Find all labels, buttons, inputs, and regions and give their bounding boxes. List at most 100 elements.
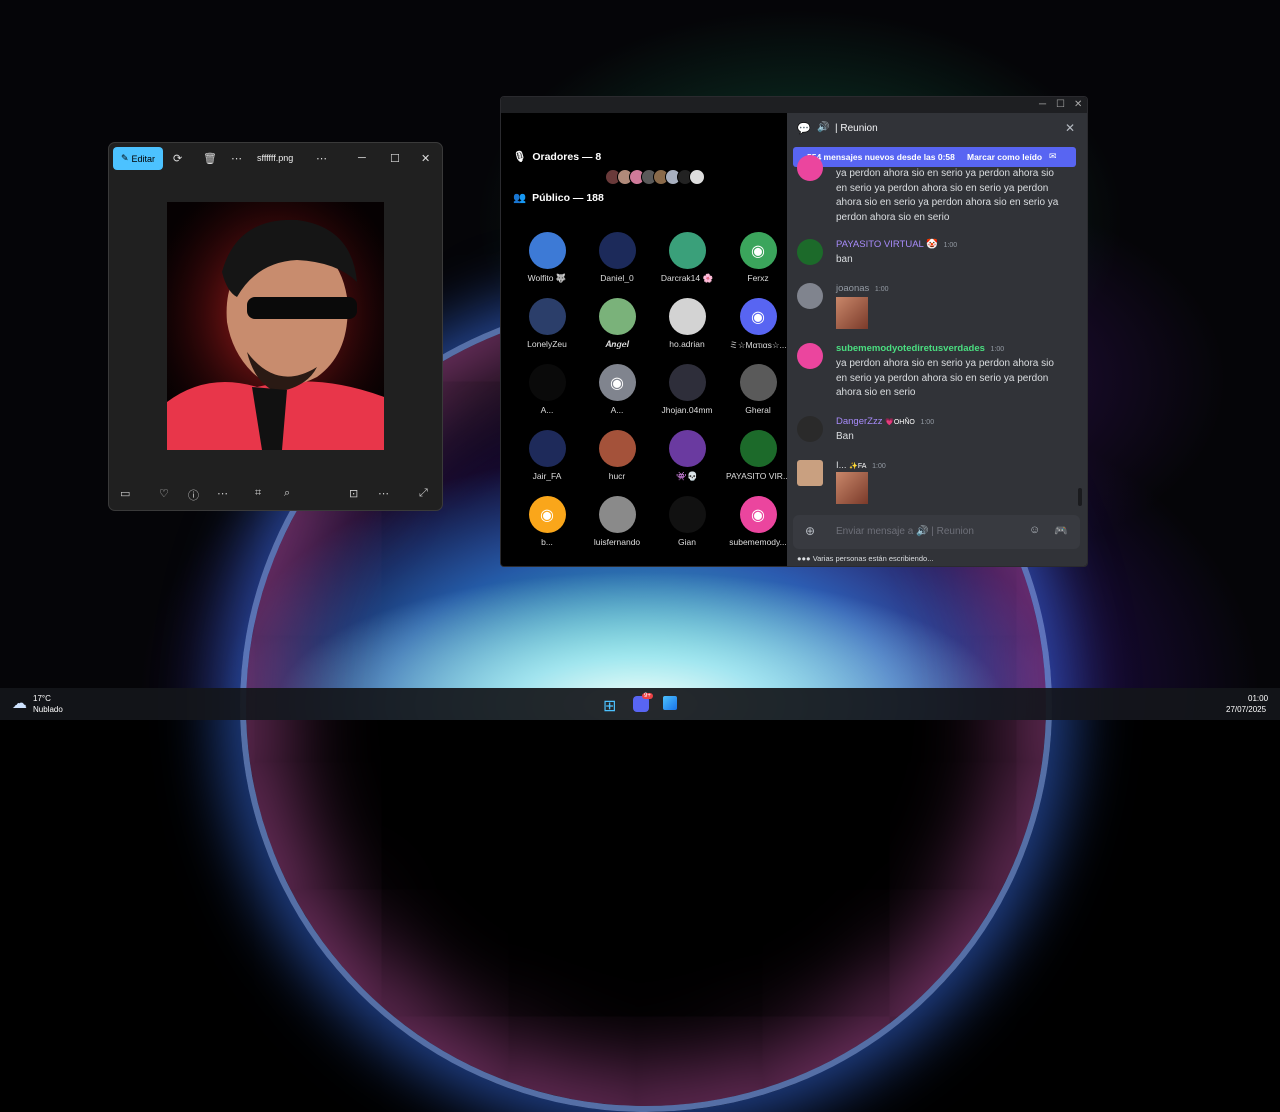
audience-member[interactable]: hucr [582, 430, 652, 481]
minimize-icon[interactable]: ─ [1039, 99, 1046, 110]
avatar[interactable] [668, 364, 706, 401]
favorite-icon[interactable]: ♡ [159, 487, 169, 500]
expand-icon[interactable]: ⤢ [419, 487, 428, 500]
cloud-icon[interactable]: ☁ [12, 694, 27, 712]
filmstrip-icon[interactable]: ▭ [120, 487, 130, 500]
speaker-avatar[interactable] [689, 169, 705, 185]
message-text: ya perdon ahora sio en serio ya perdon a… [836, 168, 1059, 223]
avatar[interactable] [668, 298, 706, 335]
avatar[interactable] [797, 239, 823, 265]
avatar[interactable] [598, 298, 636, 335]
photos-window: ✎ Editar ⟳ 🗑 ⋯ sffffff.png ⋯ ─ ☐ ✕ ▭ ♡ ⓘ… [108, 142, 443, 511]
avatar[interactable] [528, 232, 566, 269]
avatar[interactable] [528, 364, 566, 401]
audience-icon: 👥 [513, 192, 527, 204]
message-author[interactable]: subememodyotediretusverdades [836, 343, 985, 354]
message-author[interactable]: joaonas [836, 283, 869, 294]
audience-member[interactable]: 𝑨𝒏𝒈𝒆𝒍 [582, 298, 652, 350]
member-name: LonelyZeu [527, 339, 567, 349]
avatar[interactable] [598, 232, 636, 269]
member-name: A... [540, 405, 554, 415]
rotate-icon[interactable]: ⟳ [173, 152, 182, 165]
close-icon[interactable]: ✕ [421, 152, 430, 165]
audience-member[interactable]: Jair_FA [512, 430, 582, 481]
avatar[interactable] [739, 430, 777, 467]
new-messages-bar[interactable]: 554 mensajes nuevos desde las 0:58 Marca… [793, 147, 1076, 167]
minimize-icon[interactable]: ─ [358, 152, 366, 164]
info-icon[interactable]: ⓘ [188, 487, 199, 503]
message-author[interactable]: I... [836, 460, 847, 471]
audience-member[interactable]: ◉ subememody... [723, 496, 793, 547]
photos-app-icon[interactable] [663, 696, 677, 710]
message-author[interactable]: DangerZzz [836, 416, 882, 427]
avatar[interactable] [668, 496, 706, 533]
start-icon[interactable]: ⊞ [603, 696, 616, 716]
message-header: subememodyotediretusverdades 1:00 [836, 343, 1004, 354]
audience-member[interactable]: ◉ Ferxz [723, 232, 793, 283]
avatar[interactable] [739, 364, 777, 401]
more-icon[interactable]: ⋯ [217, 487, 228, 500]
avatar[interactable] [797, 283, 823, 309]
avatar[interactable] [668, 232, 706, 269]
message-input[interactable]: Enviar mensaje a 🔊 | Reunion [836, 526, 974, 537]
avatar[interactable] [528, 298, 566, 335]
message-image[interactable] [836, 297, 868, 329]
activities-icon[interactable]: 🎮 [1054, 524, 1068, 537]
audience-member[interactable]: ho.adrian [652, 298, 722, 349]
audience-member[interactable]: ◉ ミ☆Mατιαs☆... [723, 298, 793, 351]
audience-member[interactable]: Daniel_0 [582, 232, 652, 283]
chat-scrollbar[interactable] [1078, 488, 1082, 506]
avatar[interactable] [797, 416, 823, 442]
avatar[interactable] [797, 343, 823, 369]
audience-member[interactable]: PAYASITO VIR... [723, 430, 793, 481]
message-author[interactable]: PAYASITO VIRTUAL 🤡 [836, 239, 938, 250]
emoji-icon[interactable]: ☺ [1029, 524, 1040, 536]
clock-date[interactable]: 27/07/2025 [1226, 705, 1266, 714]
add-attachment-icon[interactable]: ⊕ [805, 524, 815, 538]
avatar[interactable] [598, 496, 636, 533]
crop-icon[interactable]: ⌗ [255, 487, 261, 500]
avatar[interactable] [598, 430, 636, 467]
weather-condition[interactable]: Nublado [33, 705, 63, 714]
audience-member[interactable]: Wolfito 🐺 [512, 232, 582, 284]
avatar[interactable] [528, 430, 566, 467]
speakers-header: 🎙 Oradores — 8 [513, 150, 601, 164]
audience-member[interactable]: LonelyZeu [512, 298, 582, 349]
close-icon[interactable]: ✕ [1074, 99, 1082, 110]
avatar[interactable]: ◉ [598, 364, 636, 401]
audience-member[interactable]: ◉ b... [512, 496, 582, 547]
audience-member[interactable]: Gian [652, 496, 722, 547]
weather-temp[interactable]: 17°C [33, 694, 51, 703]
avatar[interactable] [797, 155, 823, 181]
message-time: 1:00 [943, 242, 958, 249]
audience-member[interactable]: Jhojan.04mm [652, 364, 722, 415]
avatar[interactable]: ◉ [528, 496, 566, 533]
delete-icon[interactable]: 🗑 [203, 152, 217, 165]
avatar[interactable] [797, 460, 823, 486]
audience-member[interactable]: ◉ A... [582, 364, 652, 415]
message-image[interactable] [836, 472, 868, 504]
avatar[interactable]: ◉ [739, 496, 777, 533]
audience-member[interactable]: A... [512, 364, 582, 415]
avatar[interactable]: ◉ [739, 232, 777, 269]
audience-member[interactable]: Darcrak14 🌸 [652, 232, 722, 284]
audience-member[interactable]: Gheral [723, 364, 793, 415]
member-name: subememody... [729, 537, 787, 547]
more-icon[interactable]: ⋯ [231, 152, 242, 165]
avatar[interactable] [668, 430, 706, 467]
audience-member[interactable]: 👾💀 [652, 430, 722, 482]
speaker-icon: 🔊 [817, 122, 830, 133]
clock-time[interactable]: 01:00 [1248, 694, 1268, 703]
audience-member[interactable]: luisfernando [582, 496, 652, 547]
maximize-icon[interactable]: ☐ [1056, 99, 1065, 110]
fit-icon[interactable]: ⊡ [349, 487, 358, 500]
member-name: Gheral [745, 405, 771, 415]
more-icon[interactable]: ⋯ [316, 152, 327, 165]
visual-search-icon[interactable]: ⌕ [284, 487, 290, 500]
close-icon[interactable]: ✕ [1065, 121, 1075, 135]
more-icon[interactable]: ⋯ [378, 487, 389, 500]
mark-read-button[interactable]: Marcar como leído [967, 152, 1042, 162]
maximize-icon[interactable]: ☐ [390, 152, 400, 165]
edit-button[interactable]: ✎ Editar [113, 147, 163, 170]
avatar[interactable]: ◉ [739, 298, 777, 335]
